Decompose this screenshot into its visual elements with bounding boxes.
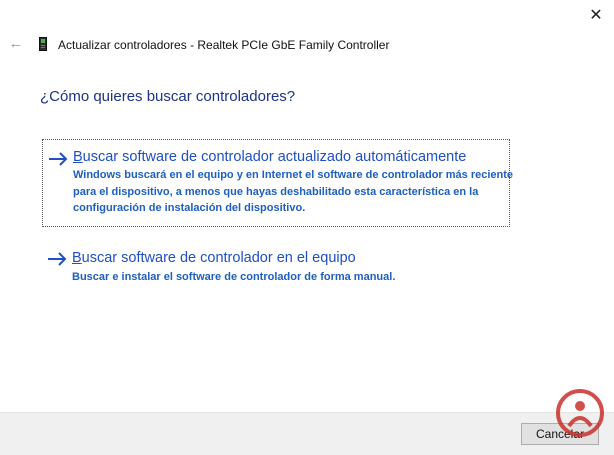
page-question: ¿Cómo quieres buscar controladores? <box>40 88 296 105</box>
title-bar: ← Actualizar controladores - Realtek PCI… <box>0 34 614 56</box>
driver-update-dialog: ✕ ← Actualizar controladores - Realtek P… <box>0 0 614 455</box>
arrow-right-icon <box>49 152 68 166</box>
option-title-text: uscar software de controlador actualizad… <box>82 149 467 165</box>
option-access-key: B <box>73 149 83 165</box>
back-arrow-icon: ← <box>8 35 24 52</box>
watermark-logo <box>556 389 604 437</box>
close-icon: ✕ <box>589 7 603 24</box>
arrow-right-icon <box>48 252 67 266</box>
option-access-key: B <box>72 250 82 266</box>
window-title: Actualizar controladores - Realtek PCIe … <box>58 38 390 52</box>
option-title-text: uscar software de controlador en el equi… <box>81 250 356 266</box>
search-automatically-option[interactable]: Buscar software de controlador actualiza… <box>42 139 514 227</box>
option-description: Windows buscará en el equipo y en Intern… <box>73 169 514 214</box>
browse-computer-option[interactable]: Buscar software de controlador en el equ… <box>42 244 508 294</box>
option-description: Buscar e instalar el software de control… <box>72 271 396 283</box>
option-title: Buscar software de controlador en el equ… <box>72 250 356 266</box>
dialog-footer: Cancelar <box>0 412 614 455</box>
close-button[interactable]: ✕ <box>584 4 608 26</box>
network-device-icon <box>39 37 47 51</box>
option-title: Buscar software de controlador actualiza… <box>73 149 466 165</box>
back-button[interactable]: ← <box>8 36 24 52</box>
